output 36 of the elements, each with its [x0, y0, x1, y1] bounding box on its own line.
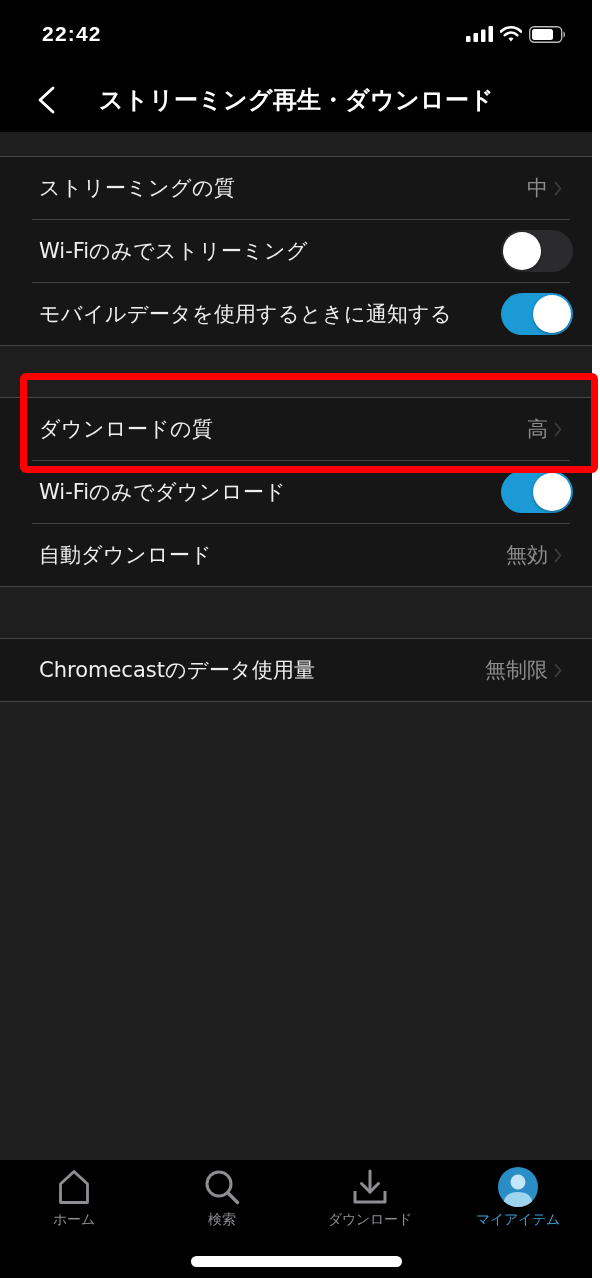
setting-label: ダウンロードの質: [39, 416, 214, 443]
settings-row[interactable]: Chromecastのデータ使用量 無制限: [0, 639, 592, 701]
setting-value: 無制限: [485, 657, 548, 684]
setting-label: モバイルデータを使用するときに通知する: [39, 301, 453, 328]
setting-label: 自動ダウンロード: [39, 542, 213, 569]
chevron-icon: [554, 662, 562, 678]
toggle-switch[interactable]: [501, 230, 573, 272]
wifi-icon: [500, 26, 522, 42]
toggle-switch[interactable]: [501, 471, 573, 513]
settings-row[interactable]: 自動ダウンロード 無効: [0, 523, 592, 586]
chevron-icon: [554, 421, 562, 437]
toggle-switch[interactable]: [501, 293, 573, 335]
avatar-icon: [498, 1167, 538, 1207]
setting-label: Wi-Fiのみでダウンロード: [39, 479, 288, 506]
tab[interactable]: ホーム: [0, 1167, 148, 1228]
setting-value: 高: [527, 416, 548, 443]
setting-label: ストリーミングの質: [39, 175, 236, 202]
settings-row[interactable]: ストリーミングの質 中: [0, 157, 592, 219]
setting-value: 無効: [506, 542, 548, 569]
tab[interactable]: ダウンロード: [296, 1167, 444, 1228]
setting-label: Chromecastのデータ使用量: [39, 657, 316, 684]
search-icon: [204, 1169, 240, 1205]
tab[interactable]: マイアイテム: [444, 1167, 592, 1228]
chevron-icon: [554, 547, 562, 563]
download-icon: [352, 1169, 388, 1205]
setting-value: 中: [527, 175, 548, 202]
status-time: 22:42: [42, 22, 102, 46]
signal-icon: [466, 26, 493, 42]
tab[interactable]: 検索: [148, 1167, 296, 1228]
chevron-icon: [554, 180, 562, 196]
battery-icon: [529, 25, 566, 43]
screen-title: ストリーミング再生・ダウンロード: [98, 85, 494, 116]
settings-row[interactable]: ダウンロードの質 高: [0, 398, 592, 460]
home-icon: [58, 1169, 90, 1205]
back-icon[interactable]: [37, 86, 56, 114]
setting-label: Wi-Fiのみでストリーミング: [39, 238, 310, 265]
